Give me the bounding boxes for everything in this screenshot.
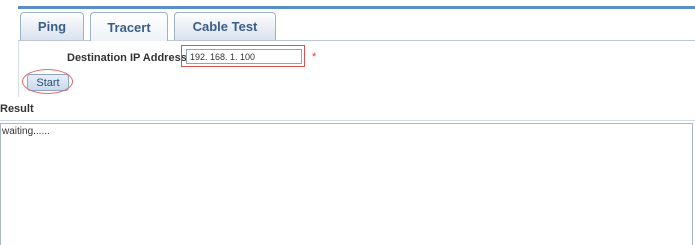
tab-bar: Ping Tracert Cable Test xyxy=(18,9,695,41)
destination-ip-input[interactable] xyxy=(186,49,302,64)
result-output[interactable]: waiting...... xyxy=(0,123,693,245)
tab-cable-test[interactable]: Cable Test xyxy=(174,12,276,40)
result-label: Result xyxy=(0,103,34,115)
destination-ip-label: Destination IP Address: xyxy=(67,52,191,64)
result-divider xyxy=(0,120,695,121)
tab-ping[interactable]: Ping xyxy=(20,12,84,40)
tab-tracert[interactable]: Tracert xyxy=(90,12,168,41)
tracert-form: Destination IP Address: * Start xyxy=(18,41,695,97)
required-marker: * xyxy=(312,51,317,63)
start-button[interactable]: Start xyxy=(27,74,69,91)
